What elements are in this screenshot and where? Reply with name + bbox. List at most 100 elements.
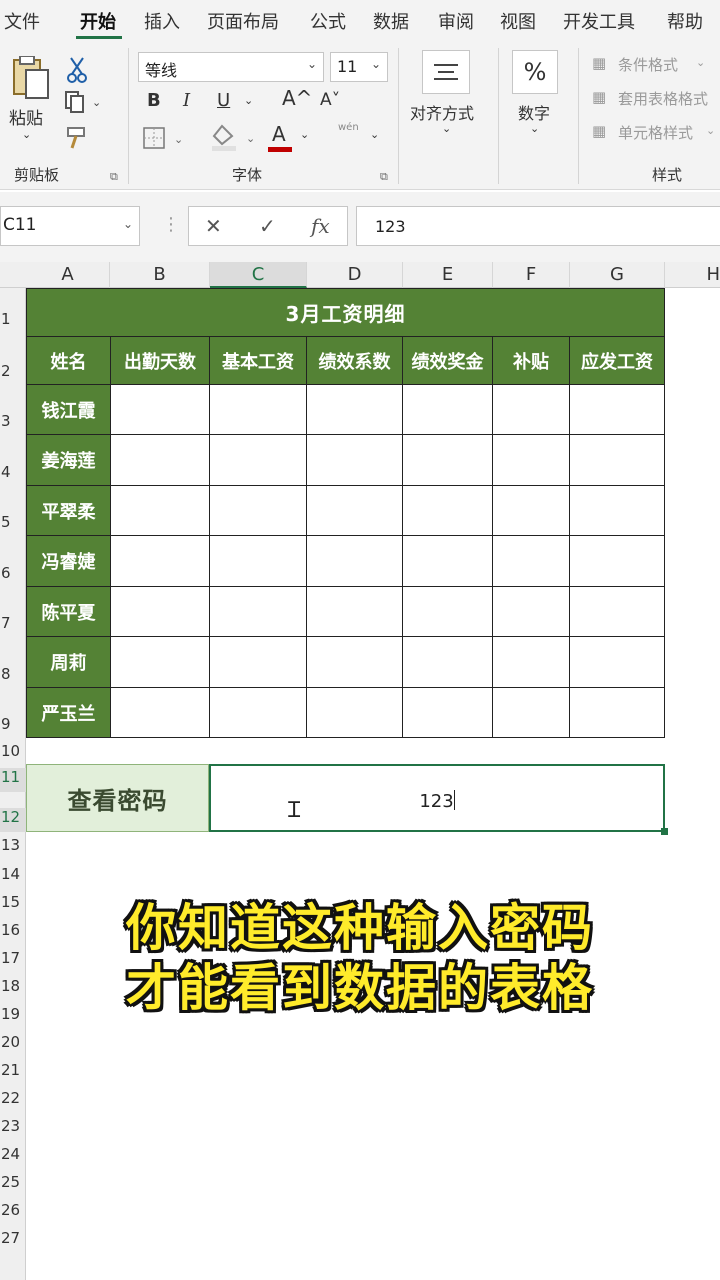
- conditional-format-icon[interactable]: ▦: [592, 54, 606, 72]
- cancel-icon[interactable]: ✕: [205, 214, 222, 238]
- column-header-b[interactable]: B: [110, 262, 210, 288]
- row-header[interactable]: 13: [0, 836, 26, 854]
- chevron-down-icon[interactable]: ⌄: [706, 124, 715, 137]
- enter-icon[interactable]: ✓: [259, 214, 276, 238]
- grow-font-button[interactable]: A^: [282, 86, 312, 110]
- tab-data[interactable]: 数据: [373, 8, 409, 34]
- tab-review[interactable]: 审阅: [438, 8, 474, 34]
- row-header[interactable]: 20: [0, 1033, 26, 1051]
- paste-icon[interactable]: [8, 56, 52, 100]
- tab-home[interactable]: 开始: [80, 8, 116, 34]
- row-header[interactable]: 21: [0, 1061, 26, 1079]
- chevron-down-icon[interactable]: ⌄: [442, 122, 451, 135]
- header-performance-factor[interactable]: 绩效系数: [307, 337, 403, 385]
- formula-bar-grip-icon: ⋮: [162, 214, 180, 235]
- paste-label[interactable]: 粘贴: [9, 104, 43, 129]
- name-box[interactable]: C11 ⌄: [0, 206, 140, 246]
- employee-name-cell[interactable]: 陈平夏: [27, 587, 111, 637]
- table-format-button[interactable]: 套用表格格式: [618, 88, 708, 109]
- row-header[interactable]: 2: [0, 362, 26, 380]
- row-header[interactable]: 10: [0, 742, 26, 760]
- clipboard-launcher-icon[interactable]: ⧉: [110, 170, 118, 184]
- row-header[interactable]: 24: [0, 1145, 26, 1163]
- tab-view[interactable]: 视图: [500, 8, 536, 34]
- column-header-f[interactable]: F: [493, 262, 570, 288]
- cell-styles-icon[interactable]: ▦: [592, 122, 606, 140]
- paste-dropdown-icon[interactable]: ⌄: [22, 128, 31, 141]
- employee-name-cell[interactable]: 周莉: [27, 637, 111, 688]
- row-header[interactable]: 27: [0, 1229, 26, 1247]
- column-header-d[interactable]: D: [307, 262, 403, 288]
- font-name-select[interactable]: 等线 ⌄: [138, 52, 324, 82]
- chevron-down-icon[interactable]: ⌄: [530, 122, 539, 135]
- font-launcher-icon[interactable]: ⧉: [380, 170, 388, 184]
- underline-button[interactable]: U: [217, 90, 230, 111]
- tab-insert[interactable]: 插入: [144, 8, 180, 34]
- font-color-dropdown-icon[interactable]: ⌄: [300, 128, 309, 141]
- row-header[interactable]: 8: [0, 665, 26, 683]
- row-header[interactable]: 22: [0, 1089, 26, 1107]
- row-header[interactable]: 7: [0, 614, 26, 632]
- svg-text:⌄: ⌄: [174, 133, 183, 146]
- column-header-a[interactable]: A: [26, 262, 110, 288]
- row-header[interactable]: 25: [0, 1173, 26, 1191]
- header-gross-pay[interactable]: 应发工资: [570, 337, 665, 385]
- tab-help[interactable]: 帮助: [667, 8, 703, 34]
- alignment-label[interactable]: 对齐方式: [410, 100, 474, 124]
- border-icon[interactable]: ⌄: [142, 126, 190, 150]
- shrink-font-button[interactable]: A˅: [320, 90, 340, 110]
- phonetic-dropdown-icon[interactable]: ⌄: [370, 128, 379, 141]
- percent-icon[interactable]: %: [512, 50, 558, 94]
- row-header[interactable]: 5: [0, 513, 26, 531]
- formula-input[interactable]: 123: [356, 206, 720, 246]
- conditional-format-button[interactable]: 条件格式: [618, 54, 678, 75]
- font-color-button[interactable]: A: [272, 122, 286, 146]
- number-label[interactable]: 数字: [518, 100, 550, 124]
- table-format-icon[interactable]: ▦: [592, 88, 606, 106]
- cut-icon[interactable]: [66, 56, 88, 84]
- column-header-h[interactable]: H: [665, 262, 720, 288]
- insert-function-icon[interactable]: fx: [311, 214, 330, 238]
- column-header-g[interactable]: G: [570, 262, 665, 288]
- employee-name-cell[interactable]: 钱江霞: [27, 385, 111, 435]
- employee-name-cell[interactable]: 冯睿婕: [27, 536, 111, 587]
- phonetic-guide-button[interactable]: wén: [338, 122, 359, 133]
- tab-developer[interactable]: 开发工具: [563, 8, 635, 34]
- row-header[interactable]: 23: [0, 1117, 26, 1135]
- row-header[interactable]: 3: [0, 412, 26, 430]
- table-title[interactable]: 3月工资明细: [27, 289, 665, 337]
- font-size-select[interactable]: 11 ⌄: [330, 52, 388, 82]
- copy-icon[interactable]: ⌄: [62, 90, 106, 114]
- tab-file[interactable]: 文件: [4, 8, 40, 34]
- chevron-down-icon[interactable]: ⌄: [696, 56, 705, 69]
- employee-name-cell[interactable]: 平翠柔: [27, 486, 111, 536]
- cell-styles-button[interactable]: 单元格样式: [618, 122, 693, 143]
- format-painter-icon[interactable]: [64, 126, 88, 150]
- header-performance-bonus[interactable]: 绩效奖金: [403, 337, 493, 385]
- row-header[interactable]: 4: [0, 463, 26, 481]
- employee-name-cell[interactable]: 姜海莲: [27, 435, 111, 486]
- tab-formulas[interactable]: 公式: [310, 8, 346, 34]
- row-header[interactable]: 12: [0, 808, 26, 832]
- header-base-salary[interactable]: 基本工资: [210, 337, 307, 385]
- tab-page-layout[interactable]: 页面布局: [207, 8, 279, 34]
- underline-dropdown-icon[interactable]: ⌄: [244, 94, 253, 107]
- fill-color-icon[interactable]: ⌄: [208, 122, 262, 152]
- header-attendance-days[interactable]: 出勤天数: [111, 337, 210, 385]
- bold-button[interactable]: B: [147, 90, 161, 111]
- fill-handle[interactable]: [661, 828, 668, 835]
- row-header[interactable]: 14: [0, 865, 26, 883]
- italic-button[interactable]: I: [183, 90, 190, 111]
- column-header-e[interactable]: E: [403, 262, 493, 288]
- alignment-icon[interactable]: [422, 50, 470, 94]
- row-header[interactable]: 9: [0, 715, 26, 733]
- row-header[interactable]: 6: [0, 564, 26, 582]
- data-cells-grid[interactable]: [111, 385, 666, 739]
- header-name[interactable]: 姓名: [27, 337, 111, 385]
- column-header-c[interactable]: C: [210, 262, 307, 288]
- header-allowance[interactable]: 补贴: [493, 337, 570, 385]
- row-header[interactable]: 11: [0, 768, 26, 792]
- employee-name-cell[interactable]: 严玉兰: [27, 688, 111, 738]
- row-header[interactable]: 26: [0, 1201, 26, 1219]
- row-header[interactable]: 1: [0, 310, 26, 328]
